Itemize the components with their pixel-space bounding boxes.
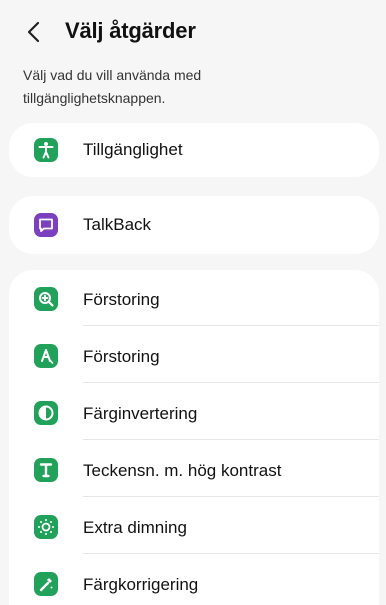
page-title: Välj åtgärder [65,18,196,43]
talkback-card: TalkBack [9,196,379,254]
list-item-label: Tillgänglighet [83,140,183,159]
shortcuts-list-card: Förstoring Förstoring Färginvertering Te… [9,270,379,605]
list-item-label: Förstoring [83,290,160,309]
list-item-label: Färginvertering [83,404,198,423]
chevron-left-icon[interactable] [24,20,44,44]
contrast-circle-icon [34,401,58,425]
dimming-sun-icon [34,515,58,539]
list-item-magnification-text[interactable]: Förstoring [9,327,379,383]
list-item-label: Teckensn. m. hög kontrast [83,461,282,480]
divider [83,382,379,383]
description-text: Välj vad du vill använda med tillgänglig… [23,67,202,106]
list-item-accessibility[interactable]: Tillgänglighet [9,123,379,177]
speech-bubble-icon [34,213,58,237]
divider [83,439,379,440]
magnifier-plus-icon [34,287,58,311]
accessibility-person-icon [34,138,58,162]
top-app-bar: Välj åtgärder [0,0,386,62]
list-item-high-contrast-font[interactable]: Teckensn. m. hög kontrast [9,441,379,497]
list-item-magnification[interactable]: Förstoring [9,270,379,326]
list-item-label: Extra dimning [83,518,187,537]
color-correction-icon [34,572,58,596]
list-item-label: Förstoring [83,347,160,366]
divider [83,496,379,497]
list-item-color-inversion[interactable]: Färginvertering [9,384,379,440]
list-item-label: TalkBack [83,215,152,234]
list-item-extra-dim[interactable]: Extra dimning [9,498,379,554]
screen: Välj åtgärder Välj vad du vill använda m… [0,0,386,605]
list-item-talkback[interactable]: TalkBack [9,196,379,254]
list-item-label: Färgkorrigering [83,575,199,594]
high-contrast-font-icon [34,458,58,482]
divider [83,325,379,326]
magnify-text-icon [34,344,58,368]
divider [83,553,379,554]
list-item-color-correction[interactable]: Färgkorrigering [9,555,379,605]
accessibility-card: Tillgänglighet [9,123,379,177]
